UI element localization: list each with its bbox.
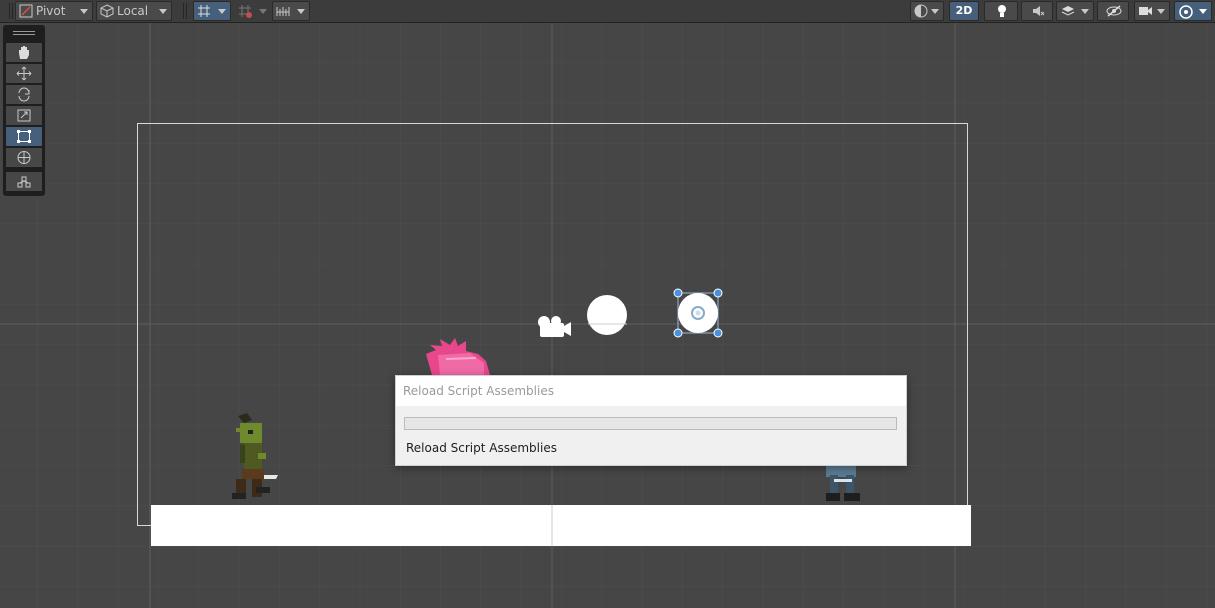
2d-toggle-button[interactable]: 2D [949, 1, 979, 21]
draw-mode-dropdown[interactable] [910, 1, 944, 21]
chevron-down-icon [80, 9, 88, 14]
chevron-down-icon [1081, 9, 1089, 14]
rect-handle[interactable] [713, 288, 723, 298]
dialog-message: Reload Script Assemblies [406, 441, 557, 455]
lightbulb-icon [998, 5, 1006, 17]
local-dropdown[interactable]: Local [96, 1, 172, 21]
gizmos-dropdown[interactable] [1174, 1, 1212, 21]
dialog-title: Reload Script Assemblies [396, 376, 906, 406]
scene-viewport[interactable] [0, 23, 1215, 608]
snap-increment-icon [239, 5, 252, 18]
increment-snap-button[interactable] [234, 1, 272, 21]
pivot-label: Pivot [36, 4, 66, 18]
chevron-down-icon [259, 9, 267, 14]
chevron-down-icon [159, 9, 167, 14]
custom-tool-button[interactable] [6, 172, 42, 191]
toolbar-grip [9, 3, 10, 19]
reload-progress-bar [404, 417, 897, 430]
chevron-down-icon [1157, 9, 1165, 14]
rotate-tool-button[interactable] [6, 85, 42, 104]
gizmo-icon [1179, 5, 1193, 19]
grid-snap-icon [198, 5, 210, 17]
toolbar-grip [186, 3, 187, 19]
chevron-down-icon [297, 9, 305, 14]
chevron-down-icon [1199, 9, 1207, 14]
pivot-dropdown[interactable]: Pivot [15, 1, 93, 21]
ruler-icon [276, 7, 290, 16]
hidden-objects-toggle[interactable] [1097, 1, 1129, 21]
rect-transform-icon [17, 130, 31, 143]
scene-tools-overlay [3, 25, 45, 196]
scene-canvas [0, 23, 1215, 608]
audio-mute-icon [1033, 6, 1045, 16]
move-arrows-icon [16, 66, 32, 81]
rect-handle[interactable] [673, 288, 683, 298]
transform-tool-button[interactable] [6, 148, 42, 167]
hand-icon [19, 46, 29, 59]
toolbar-grip [183, 3, 184, 19]
2d-label: 2D [955, 4, 973, 17]
video-camera-icon [1139, 7, 1152, 15]
audio-toggle-button[interactable] [1021, 1, 1053, 21]
lighting-toggle-button[interactable] [984, 1, 1018, 21]
move-tool-button[interactable] [6, 64, 42, 83]
custom-tool-icon [17, 176, 31, 188]
layers-icon [1061, 6, 1075, 16]
effects-dropdown[interactable] [1056, 1, 1094, 21]
chevron-down-icon [218, 9, 226, 14]
overlay-grip-icon [13, 34, 35, 35]
shading-sphere-icon [914, 4, 928, 18]
pivot-icon [19, 4, 33, 18]
ruler-button[interactable] [272, 1, 310, 21]
rotate-icon [18, 87, 30, 102]
grid-snap-button[interactable] [193, 1, 231, 21]
toolbar-grip [12, 3, 13, 19]
local-label: Local [117, 4, 149, 18]
eye-hidden-icon [1106, 5, 1122, 17]
reload-assemblies-dialog: Reload Script Assemblies Reload Script A… [395, 375, 907, 466]
rect-tool-button[interactable] [6, 127, 42, 146]
ground-platform[interactable] [151, 505, 971, 546]
rect-handle[interactable] [673, 328, 683, 338]
circle-sprite[interactable] [587, 295, 627, 335]
cube-icon [100, 4, 114, 18]
hand-tool-button[interactable] [6, 43, 42, 62]
camera-settings-dropdown[interactable] [1134, 1, 1170, 21]
scene-toolbar: Pivot Local 2D [0, 0, 1215, 23]
transform-icon [17, 151, 31, 164]
scale-icon [17, 109, 31, 122]
chevron-down-icon [931, 9, 939, 14]
overlay-grip-icon [13, 31, 35, 32]
rect-handle[interactable] [713, 328, 723, 338]
scale-tool-button[interactable] [6, 106, 42, 125]
